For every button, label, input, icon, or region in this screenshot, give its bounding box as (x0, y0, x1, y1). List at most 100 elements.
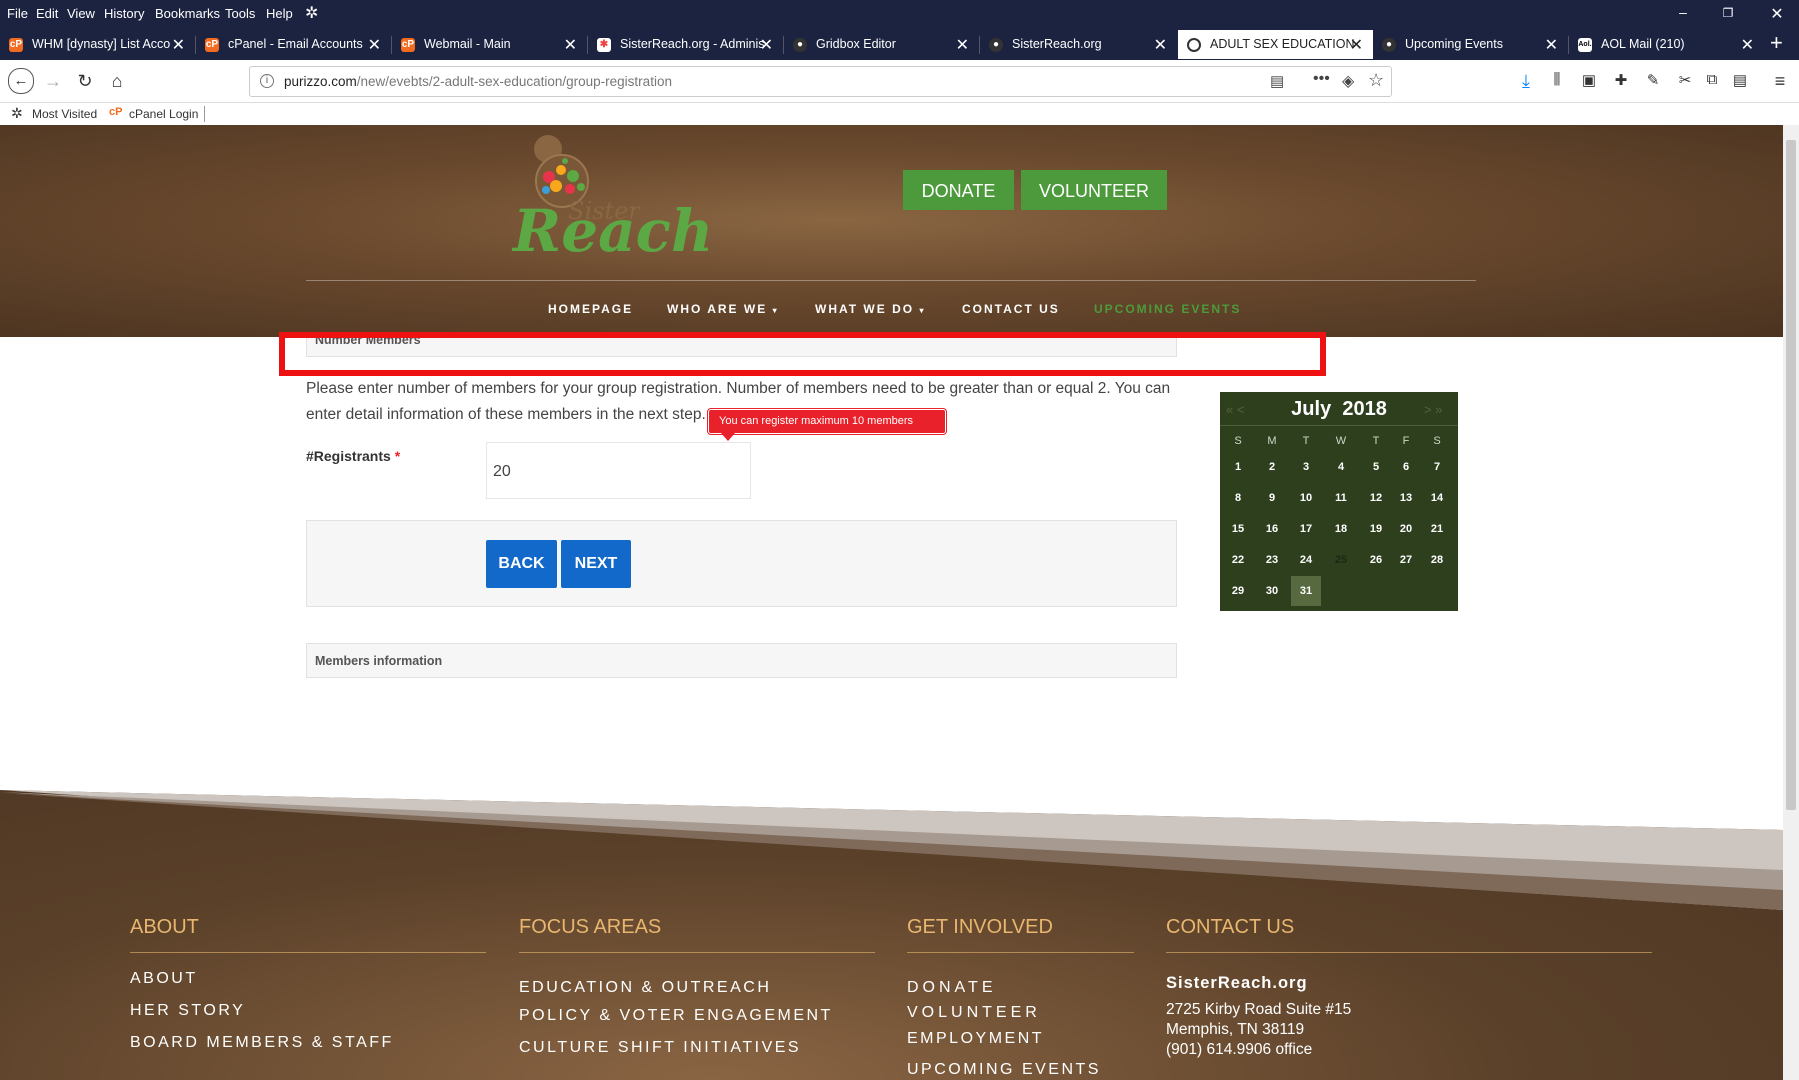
nav-upcoming-events[interactable]: UPCOMING EVENTS (1094, 302, 1241, 316)
tab-admin[interactable]: ✱ SisterReach.org - Adminis ✕ (588, 30, 783, 59)
footer-link-upcoming-events[interactable]: UPCOMING EVENTS (907, 1061, 1101, 1079)
calendar-day[interactable]: 23 (1257, 554, 1287, 566)
back-icon[interactable]: ← (8, 68, 34, 94)
calendar-day[interactable]: 4 (1326, 461, 1356, 473)
tab-sisterreach[interactable]: ● SisterReach.org ✕ (980, 30, 1177, 59)
close-tab-icon[interactable]: ✕ (368, 35, 381, 55)
close-tab-icon[interactable]: ✕ (760, 35, 773, 55)
menu-help[interactable]: Help (266, 6, 293, 21)
calendar-day[interactable]: 14 (1422, 492, 1452, 504)
calendar-day[interactable]: 26 (1361, 554, 1391, 566)
footer-link-about[interactable]: ABOUT (130, 970, 198, 988)
calendar-day[interactable]: 6 (1391, 461, 1421, 473)
url-bar[interactable]: i purizzo.com/new/evebts/2-adult-sex-edu… (249, 66, 1392, 97)
sidebar-icon[interactable]: ▣ (1577, 71, 1601, 89)
footer-link-board[interactable]: BOARD MEMBERS & STAFF (130, 1034, 394, 1052)
registrants-input[interactable]: 20 (486, 442, 751, 499)
calendar-day[interactable]: 20 (1391, 523, 1421, 535)
nav-homepage[interactable]: HOMEPAGE (548, 302, 633, 316)
tab-cpanel-email[interactable]: cP cPanel - Email Accounts ✕ (196, 30, 391, 59)
calendar-day[interactable]: 9 (1257, 492, 1287, 504)
calendar-day[interactable]: 18 (1326, 523, 1356, 535)
page-actions-icon[interactable]: ••• (1313, 70, 1330, 88)
new-tab-icon[interactable]: + (1770, 30, 1783, 56)
calendar-day[interactable]: 30 (1257, 585, 1287, 597)
footer-link-volunteer[interactable]: VOLUNTEER (907, 1004, 1041, 1022)
bookmark-cpanel-login[interactable]: cPanel Login (129, 107, 198, 121)
calendar-day[interactable]: 16 (1257, 523, 1287, 535)
calendar-day[interactable]: 10 (1291, 492, 1321, 504)
clipboard-icon[interactable]: ▤ (1728, 71, 1752, 89)
menu-bookmarks[interactable]: Bookmarks (155, 6, 220, 21)
reload-icon[interactable]: ↻ (73, 71, 97, 92)
nav-what-we-do[interactable]: WHAT WE DO ▾ (815, 302, 925, 316)
calendar-day[interactable]: 17 (1291, 523, 1321, 535)
close-tab-icon[interactable]: ✕ (1350, 35, 1363, 55)
tab-upcoming-events[interactable]: ● Upcoming Events ✕ (1373, 30, 1568, 59)
download-icon[interactable]: ⤓ (1514, 71, 1538, 92)
tab-gridbox[interactable]: ● Gridbox Editor ✕ (784, 30, 979, 59)
calendar-day[interactable]: 5 (1361, 461, 1391, 473)
home-icon[interactable]: ⌂ (105, 71, 129, 92)
scrollbar-thumb[interactable] (1786, 140, 1796, 810)
calendar-day[interactable]: 2 (1257, 461, 1287, 473)
bookmark-star-icon[interactable]: ☆ (1368, 70, 1384, 91)
volunteer-button[interactable]: VOLUNTEER (1021, 170, 1167, 210)
calendar-day[interactable]: 27 (1391, 554, 1421, 566)
tab-whm[interactable]: cP WHM [dynasty] List Acco ✕ (0, 30, 195, 59)
forward-icon[interactable]: → (41, 71, 65, 92)
menu-history[interactable]: History (104, 6, 144, 21)
copy-icon[interactable]: ⧉ (1700, 71, 1724, 88)
tab-webmail[interactable]: cP Webmail - Main ✕ (392, 30, 587, 59)
calendar-day[interactable]: 7 (1422, 461, 1452, 473)
footer-link-policy[interactable]: POLICY & VOTER ENGAGEMENT (519, 1007, 833, 1025)
footer-link-donate[interactable]: DONATE (907, 979, 996, 997)
footer-link-education[interactable]: EDUCATION & OUTREACH (519, 979, 771, 997)
menu-hamburger-icon[interactable]: ≡ (1768, 71, 1792, 92)
menu-file[interactable]: File (7, 6, 28, 21)
wrench-icon[interactable]: ✎ (1641, 71, 1665, 89)
restore-icon[interactable]: ❐ (1713, 6, 1743, 20)
tab-aol-mail[interactable]: Aol. AOL Mail (210) ✕ (1569, 30, 1764, 59)
scissors-icon[interactable]: ✂ (1673, 71, 1697, 89)
close-tab-icon[interactable]: ✕ (564, 35, 577, 55)
calendar-day[interactable]: 3 (1291, 461, 1321, 473)
menu-view[interactable]: View (67, 6, 95, 21)
calendar-day[interactable]: 15 (1223, 523, 1253, 535)
close-tab-icon[interactable]: ✕ (1741, 35, 1754, 55)
calendar-next-icon[interactable]: > » (1424, 402, 1442, 417)
footer-link-employment[interactable]: EMPLOYMENT (907, 1030, 1044, 1048)
back-button[interactable]: BACK (486, 540, 557, 588)
pocket-icon[interactable]: ◈ (1342, 71, 1354, 91)
donate-button[interactable]: DONATE (903, 170, 1014, 210)
close-window-icon[interactable]: ✕ (1762, 4, 1792, 24)
menu-tools[interactable]: Tools (225, 6, 255, 21)
nav-who-are-we[interactable]: WHO ARE WE ▾ (667, 302, 779, 316)
tab-adult-sex-education[interactable]: ADULT SEX EDUCATION ✕ (1178, 30, 1373, 59)
reader-view-icon[interactable]: ▤ (1270, 72, 1284, 90)
calendar-day[interactable]: 21 (1422, 523, 1452, 535)
calendar-day[interactable]: 12 (1361, 492, 1391, 504)
calendar-day[interactable]: 13 (1391, 492, 1421, 504)
library-icon[interactable]: ⫼ (1545, 71, 1569, 88)
url-text[interactable]: purizzo.com/new/evebts/2-adult-sex-educa… (284, 74, 672, 89)
calendar-day[interactable]: 8 (1223, 492, 1253, 504)
bookmark-most-visited[interactable]: Most Visited (32, 107, 97, 121)
info-icon[interactable]: i (260, 74, 274, 88)
extension-icon[interactable]: ✚ (1609, 71, 1633, 89)
calendar-day[interactable]: 24 (1291, 554, 1321, 566)
calendar-day[interactable]: 1 (1223, 461, 1253, 473)
gear-icon[interactable]: ✲ (305, 3, 318, 23)
menu-edit[interactable]: Edit (36, 6, 58, 21)
footer-link-her-story[interactable]: HER STORY (130, 1002, 245, 1020)
next-button[interactable]: NEXT (561, 540, 631, 588)
footer-link-culture[interactable]: CULTURE SHIFT INITIATIVES (519, 1039, 801, 1057)
calendar-day[interactable]: 29 (1223, 585, 1253, 597)
calendar-day[interactable]: 11 (1326, 492, 1356, 504)
close-tab-icon[interactable]: ✕ (1545, 35, 1558, 55)
calendar-day[interactable]: 28 (1422, 554, 1452, 566)
close-tab-icon[interactable]: ✕ (172, 35, 185, 55)
calendar-day[interactable]: 19 (1361, 523, 1391, 535)
minimize-icon[interactable]: – (1668, 4, 1698, 20)
nav-contact-us[interactable]: CONTACT US (962, 302, 1060, 316)
